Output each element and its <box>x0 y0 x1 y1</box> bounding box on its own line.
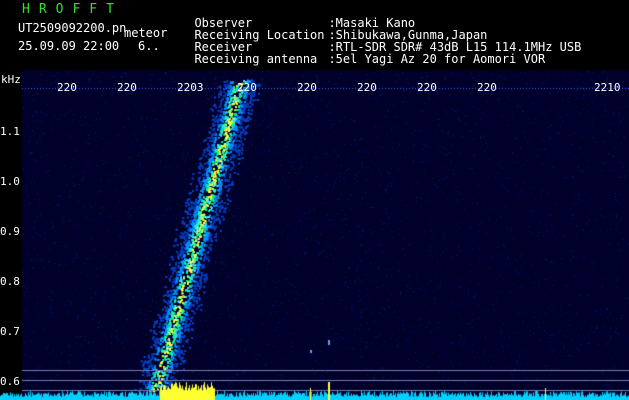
y-tick-label: 1.0 <box>0 175 20 188</box>
y-tick-label: 0.9 <box>0 225 20 238</box>
x-tick-label: 220 <box>477 81 497 94</box>
y-tick-label: 0.6 <box>0 375 20 388</box>
file-name: UT2509092200.pn <box>18 21 127 35</box>
y-axis-unit: kHz <box>1 73 21 86</box>
info-label: Receiving antenna <box>194 52 318 66</box>
x-tick-label: 220 <box>297 81 317 94</box>
x-tick-label: 220 <box>237 81 257 94</box>
x-tick-label: 220 <box>57 81 77 94</box>
y-tick-label: 0.8 <box>0 275 20 288</box>
x-tick-label: 220 <box>417 81 437 94</box>
info-value: :5el Yagi Az 20 for Aomori VOR <box>328 52 546 66</box>
app-brand: HROFFT <box>22 2 123 17</box>
x-tick-label: 2210 <box>594 81 621 94</box>
info-antenna: Receiving antenna :5el Yagi Az 20 for Aom… <box>180 41 545 65</box>
x-tick-label: 220 <box>357 81 377 94</box>
counter: 6.. <box>138 39 160 53</box>
timestamp: 25.09.09 22:00 <box>18 39 120 53</box>
y-tick-label: 1.1 <box>0 125 20 138</box>
y-tick-label: 0.7 <box>0 325 20 338</box>
x-tick-label: 2203 <box>177 81 204 94</box>
x-tick-label: 220 <box>117 81 137 94</box>
